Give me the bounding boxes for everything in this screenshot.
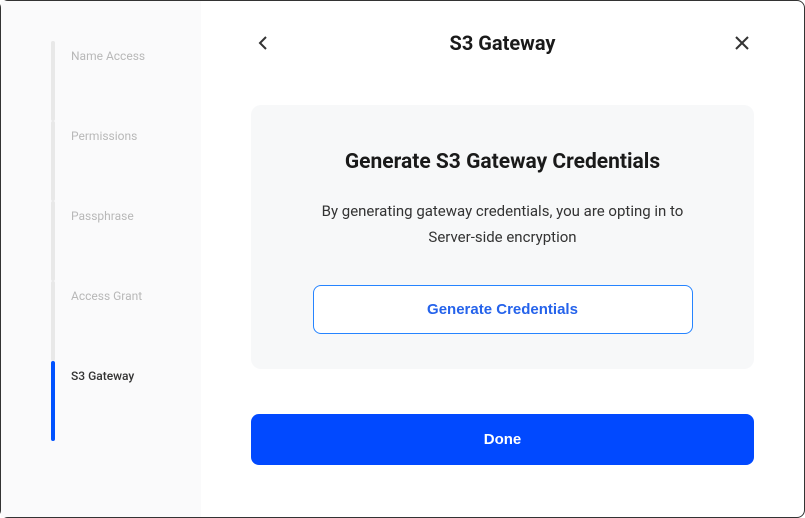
step-label: Passphrase	[71, 209, 134, 223]
step-passphrase[interactable]: Passphrase	[51, 201, 201, 281]
main-panel: S3 Gateway Generate S3 Gateway Credentia…	[201, 1, 804, 517]
step-s3-gateway[interactable]: S3 Gateway	[51, 361, 201, 441]
step-rail	[51, 201, 55, 281]
step-rail	[51, 41, 55, 121]
close-icon[interactable]	[730, 31, 754, 55]
step-list: Name Access Permissions Passphrase Acces…	[51, 41, 201, 477]
dialog-header: S3 Gateway	[251, 31, 754, 55]
step-name-access[interactable]: Name Access	[51, 41, 201, 121]
generate-credentials-button[interactable]: Generate Credentials	[313, 285, 693, 334]
step-rail	[51, 281, 55, 361]
step-rail	[51, 121, 55, 201]
step-label: Name Access	[71, 49, 145, 63]
step-rail	[51, 361, 55, 441]
step-label: Access Grant	[71, 289, 142, 303]
step-label: Permissions	[71, 129, 137, 143]
back-icon[interactable]	[251, 31, 275, 55]
step-access-grant[interactable]: Access Grant	[51, 281, 201, 361]
step-permissions[interactable]: Permissions	[51, 121, 201, 201]
card-description: By generating gateway credentials, you a…	[286, 199, 719, 250]
step-label: S3 Gateway	[71, 369, 134, 383]
done-button[interactable]: Done	[251, 414, 754, 465]
wizard-sidebar: Name Access Permissions Passphrase Acces…	[1, 1, 201, 517]
credentials-card: Generate S3 Gateway Credentials By gener…	[251, 105, 754, 369]
card-title: Generate S3 Gateway Credentials	[286, 150, 719, 174]
dialog-container: Name Access Permissions Passphrase Acces…	[1, 1, 804, 517]
page-title: S3 Gateway	[450, 31, 556, 55]
